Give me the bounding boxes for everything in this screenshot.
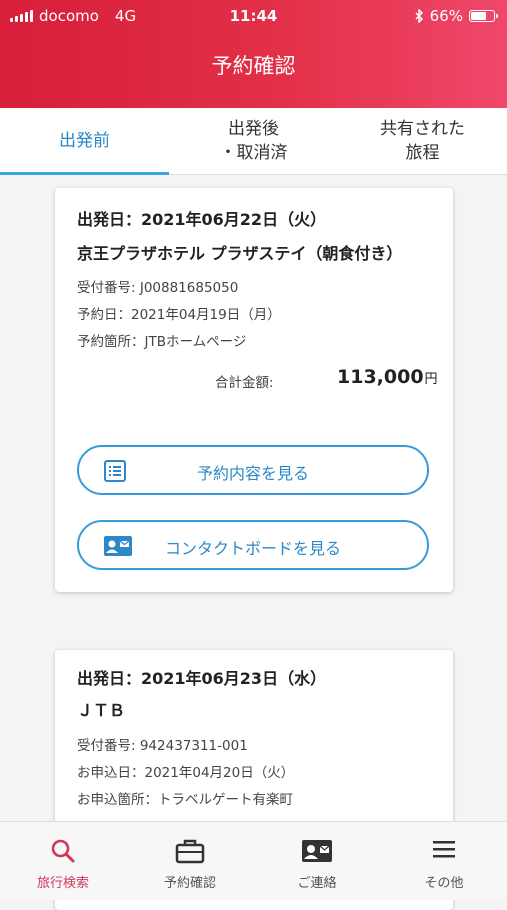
- view-contact-board-label: コンタクトボードを見る: [164, 539, 341, 558]
- contact-card-icon: [302, 840, 332, 862]
- page-title: 予約確認: [211, 54, 296, 78]
- booking-channel: 予約箇所：JTBホームページ: [77, 334, 247, 350]
- status-bar: docomo 4G 11:44 66%: [0, 0, 507, 32]
- receipt-number: 受付番号: 942437311-001: [77, 738, 248, 754]
- nav-label: ご連絡: [297, 876, 337, 891]
- battery-percent: 66%: [429, 7, 463, 25]
- app-header: docomo 4G 11:44 66% 予約確認: [0, 0, 507, 108]
- booking-tabs: 出発前 出発後・取消済 共有された旅程: [0, 108, 507, 175]
- departure-date: 出発日：2021年06月23日（水）: [77, 669, 327, 688]
- view-booking-details-label: 予約内容を見る: [196, 464, 309, 483]
- nav-booking-confirm[interactable]: 予約確認: [127, 822, 253, 900]
- view-booking-details-button[interactable]: 予約内容を見る: [77, 445, 429, 495]
- tab-label: 共有された: [380, 119, 465, 139]
- tab-label: 出発後: [228, 119, 279, 139]
- receipt-number: 受付番号: J00881685050: [77, 280, 239, 296]
- menu-icon: [433, 841, 455, 858]
- briefcase-icon: [175, 839, 205, 864]
- application-channel: お申込箇所：トラベルゲート有楽町: [77, 792, 293, 808]
- hotel-name: 京王プラザホテル プラザステイ（朝食付き）: [77, 244, 403, 263]
- tab-label-sub: ・取消済: [219, 143, 288, 163]
- active-tab-indicator: [0, 172, 169, 175]
- view-contact-board-button[interactable]: コンタクトボードを見る: [77, 520, 429, 570]
- search-icon: [51, 839, 75, 863]
- total-label: 合計金額:: [215, 375, 274, 391]
- application-date: お申込日：2021年04月20日（火）: [77, 765, 295, 781]
- total-amount: 113,000円: [337, 366, 438, 388]
- total-amount-value: 113,000: [337, 366, 424, 388]
- booking-card: 出発日：2021年06月22日（火） 京王プラザホテル プラザステイ（朝食付き）…: [55, 188, 453, 592]
- nav-travel-search[interactable]: 旅行検索: [0, 822, 126, 900]
- total-amount-unit: 円: [424, 372, 438, 387]
- nav-contact[interactable]: ご連絡: [254, 822, 380, 900]
- tab-label-sub: 旅程: [405, 143, 440, 163]
- booking-provider: ＪＴＢ: [77, 701, 126, 720]
- booking-date: 予約日：2021年04月19日（月）: [77, 307, 281, 323]
- tab-label: 出発前: [59, 131, 110, 151]
- tab-shared-itinerary[interactable]: 共有された 旅程: [338, 108, 507, 174]
- tab-before-departure[interactable]: 出発前: [0, 108, 169, 174]
- battery-icon: [469, 10, 498, 22]
- nav-label: 予約確認: [163, 876, 216, 891]
- departure-date: 出発日：2021年06月22日（火）: [77, 210, 327, 229]
- nav-other[interactable]: その他: [381, 822, 507, 900]
- bluetooth-icon: [415, 9, 423, 23]
- tab-after-departure[interactable]: 出発後 ・取消済: [169, 108, 338, 174]
- bottom-navigation: 旅行検索 予約確認 ご連絡 その他: [0, 821, 507, 900]
- nav-label: 旅行検索: [36, 876, 89, 891]
- nav-label: その他: [424, 876, 464, 891]
